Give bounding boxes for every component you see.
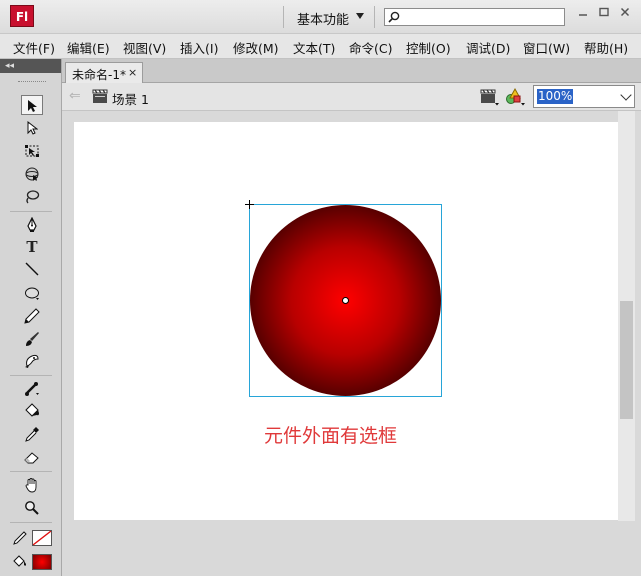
stroke-color-tool[interactable] <box>12 528 28 548</box>
pencil-icon <box>13 531 27 545</box>
selection-tool[interactable] <box>21 95 43 115</box>
title-bar: Fl 基本功能 <box>0 0 641 34</box>
scrollbar-thumb[interactable] <box>620 301 633 419</box>
back-arrow-icon[interactable]: ⇐ <box>69 88 81 104</box>
line-icon <box>25 262 39 276</box>
paint-bucket-icon <box>13 555 26 567</box>
bone-icon <box>25 382 39 396</box>
paint-bucket-icon <box>25 403 39 417</box>
oval-tool[interactable] <box>21 283 43 303</box>
divider <box>10 471 52 472</box>
pen-tool[interactable] <box>21 215 43 235</box>
close-button[interactable] <box>617 7 633 21</box>
eraser-tool[interactable] <box>21 447 43 467</box>
menu-debug[interactable]: 调试(D) <box>466 38 510 57</box>
menu-commands[interactable]: 命令(C) <box>349 38 392 57</box>
no-color-icon <box>32 530 52 546</box>
lasso-icon <box>26 190 40 204</box>
hand-icon <box>25 478 37 493</box>
menu-help[interactable]: 帮助(H) <box>584 38 628 57</box>
menu-bar: 文件(F) 编辑(E) 视图(V) 插入(I) 修改(M) 文本(T) 命令(C… <box>0 34 641 59</box>
menu-control[interactable]: 控制(O) <box>406 38 451 57</box>
maximize-icon <box>599 7 609 17</box>
pen-icon <box>27 216 37 232</box>
fill-color-tool[interactable] <box>12 552 28 572</box>
document-tab-label: 未命名-1* <box>72 68 126 82</box>
vertical-scrollbar[interactable] <box>618 111 635 521</box>
divider <box>374 6 375 28</box>
transform-point-icon[interactable] <box>342 297 349 304</box>
subselection-icon <box>27 120 39 135</box>
3d-rotation-tool[interactable] <box>21 164 43 184</box>
menu-file[interactable]: 文件(F) <box>13 38 55 57</box>
search-icon <box>388 11 400 23</box>
pencil-icon <box>24 308 40 324</box>
document-tab[interactable]: 未命名-1* × <box>65 62 143 83</box>
menu-modify[interactable]: 修改(M) <box>233 38 279 57</box>
edit-scene-button[interactable] <box>479 87 501 110</box>
registration-point-icon <box>245 200 254 209</box>
clapperboard-icon <box>92 89 108 103</box>
collapse-icon[interactable]: ◂◂ <box>5 59 14 73</box>
zoom-tool[interactable] <box>21 498 43 518</box>
menu-view[interactable]: 视图(V) <box>123 38 166 57</box>
zoom-icon <box>25 501 39 515</box>
annotation-caption: 元件外面有选框 <box>264 425 398 447</box>
divider <box>10 375 52 376</box>
lasso-tool[interactable] <box>21 187 43 207</box>
menu-edit[interactable]: 编辑(E) <box>67 38 110 57</box>
close-icon[interactable]: × <box>128 66 137 79</box>
deco-icon <box>25 354 39 368</box>
free-transform-tool[interactable] <box>21 141 43 161</box>
text-tool[interactable]: T <box>21 237 43 257</box>
brush-icon <box>26 332 39 346</box>
chevron-down-icon[interactable] <box>356 13 364 19</box>
close-icon <box>620 7 630 17</box>
panel-grip[interactable] <box>18 81 46 83</box>
tools-panel: ◂◂ T <box>0 59 62 576</box>
chevron-down-icon[interactable] <box>620 89 632 101</box>
text-icon: T <box>26 238 38 256</box>
minimize-button[interactable] <box>575 7 591 21</box>
eyedropper-icon <box>25 427 39 442</box>
edit-bar: ⇐ 场景 1 100% <box>62 83 641 111</box>
hand-tool[interactable] <box>21 475 43 495</box>
scene-label[interactable]: 场景 1 <box>112 89 149 108</box>
zoom-value: 100% <box>537 89 574 104</box>
3d-rotation-icon <box>25 167 39 181</box>
stroke-color-swatch[interactable] <box>32 530 52 546</box>
brush-tool[interactable] <box>21 329 43 349</box>
pencil-tool[interactable] <box>21 306 43 326</box>
tools-panel-header[interactable]: ◂◂ <box>0 59 61 73</box>
document-tab-bar: 未命名-1* × <box>62 59 641 83</box>
menu-window[interactable]: 窗口(W) <box>523 38 570 57</box>
clapperboard-icon <box>480 89 499 106</box>
minimize-icon <box>579 14 587 16</box>
bone-tool[interactable] <box>21 379 43 399</box>
zoom-select[interactable]: 100% <box>533 85 635 108</box>
edit-symbols-button[interactable] <box>505 87 527 110</box>
menu-insert[interactable]: 插入(I) <box>180 38 218 57</box>
divider <box>10 211 52 212</box>
divider <box>283 6 284 28</box>
free-transform-icon <box>25 145 39 157</box>
eyedropper-tool[interactable] <box>21 424 43 444</box>
menu-text[interactable]: 文本(T) <box>293 38 335 57</box>
eraser-icon <box>24 452 39 464</box>
paint-bucket-tool[interactable] <box>21 401 43 421</box>
subselection-tool[interactable] <box>21 118 43 138</box>
fill-color-swatch[interactable] <box>32 554 52 570</box>
shapes-icon <box>506 87 525 106</box>
divider <box>10 522 52 523</box>
selection-icon <box>28 100 37 112</box>
oval-icon <box>25 287 39 300</box>
maximize-button[interactable] <box>596 7 612 21</box>
deco-tool[interactable] <box>21 351 43 371</box>
flash-logo: Fl <box>10 5 34 27</box>
search-input[interactable] <box>384 8 565 26</box>
workspace-switcher[interactable]: 基本功能 <box>297 9 349 28</box>
line-tool[interactable] <box>21 259 43 279</box>
